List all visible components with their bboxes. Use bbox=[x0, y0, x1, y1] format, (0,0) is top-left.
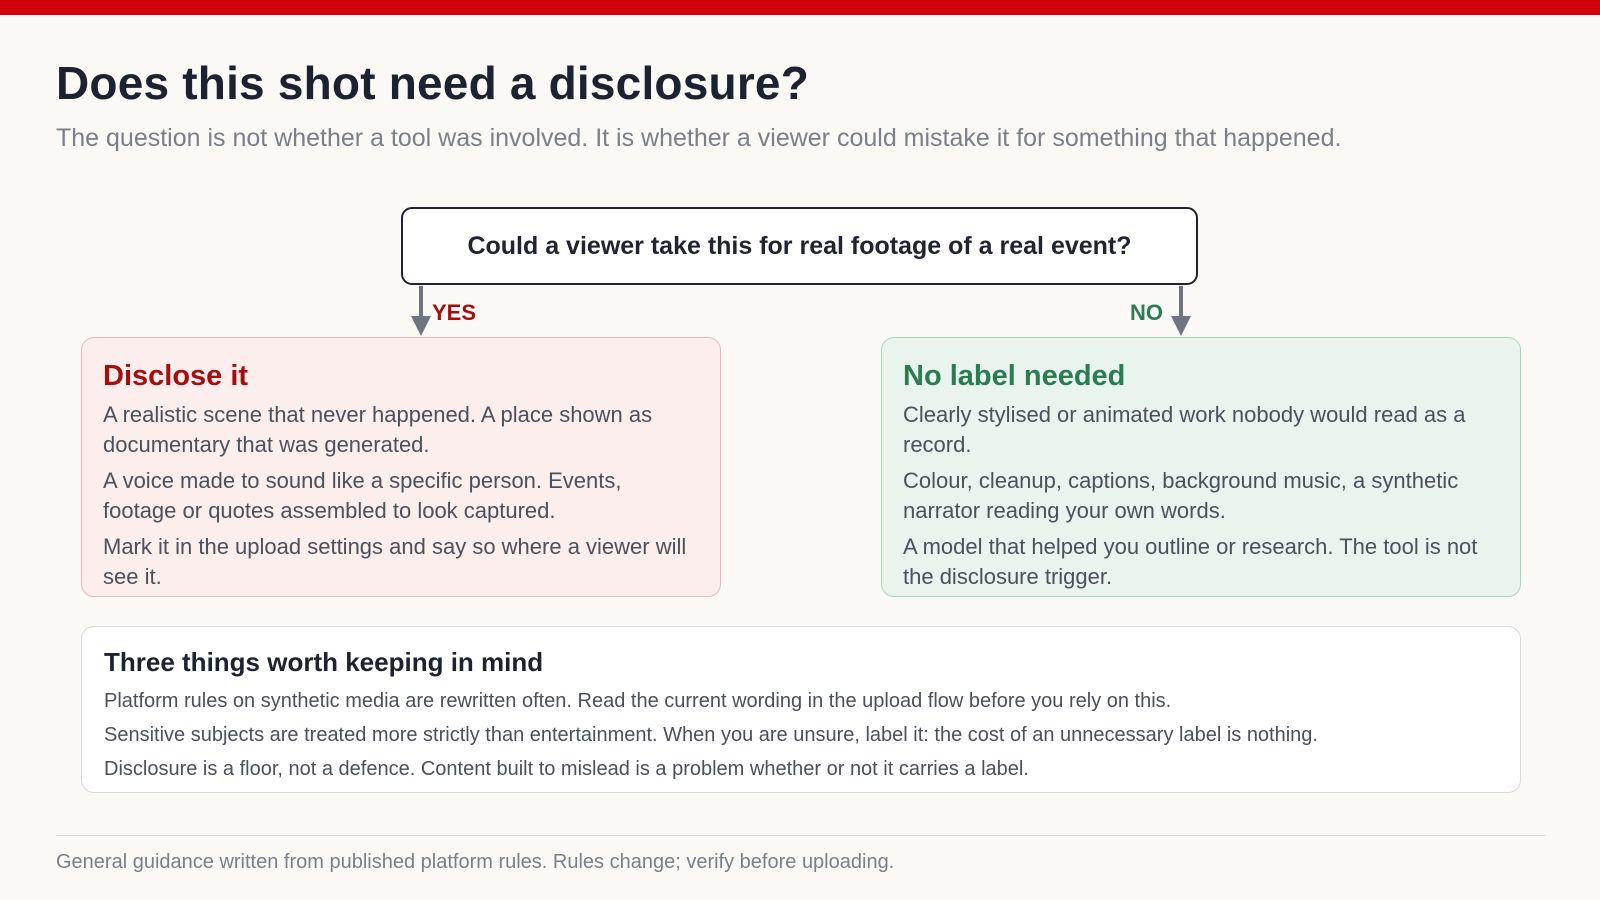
no-label-card: No label needed Clearly stylised or anim… bbox=[881, 337, 1521, 597]
yes-arrow-head-icon bbox=[411, 316, 431, 336]
notes-item: Platform rules on synthetic media are re… bbox=[104, 690, 1172, 712]
no-label-card-line: Clearly stylised or animated work nobody… bbox=[903, 402, 1466, 457]
no-arrow-stem bbox=[1179, 286, 1183, 316]
page-subtitle: The question is not whether a tool was i… bbox=[56, 124, 1342, 152]
page-title: Does this shot need a disclosure? bbox=[56, 57, 809, 109]
no-branch-label: NO bbox=[1130, 300, 1163, 325]
no-label-card-title: No label needed bbox=[903, 360, 1126, 392]
no-label-card-line: Colour, cleanup, captions, background mu… bbox=[903, 468, 1459, 523]
yes-branch-label: YES bbox=[432, 300, 477, 325]
notes-panel: Three things worth keeping in mind Platf… bbox=[81, 626, 1521, 793]
top-accent-bar bbox=[0, 0, 1600, 15]
yes-arrow-stem bbox=[419, 286, 423, 316]
disclose-card: Disclose it A realistic scene that never… bbox=[81, 337, 721, 597]
notes-title: Three things worth keeping in mind bbox=[104, 647, 544, 677]
disclose-card-line: Mark it in the upload settings and say s… bbox=[103, 534, 687, 589]
footer-divider bbox=[56, 835, 1545, 836]
no-label-card-line: A model that helped you outline or resea… bbox=[903, 534, 1478, 589]
no-arrow-head-icon bbox=[1171, 316, 1191, 336]
notes-item: Sensitive subjects are treated more stri… bbox=[104, 724, 1318, 746]
disclose-card-line: A voice made to sound like a specific pe… bbox=[103, 468, 622, 523]
notes-item: Disclosure is a floor, not a defence. Co… bbox=[104, 758, 1029, 780]
footer-note: General guidance written from published … bbox=[56, 851, 895, 873]
decision-question-node: Could a viewer take this for real footag… bbox=[401, 207, 1198, 285]
disclose-card-title: Disclose it bbox=[103, 360, 249, 392]
disclose-card-line: A realistic scene that never happened. A… bbox=[103, 402, 653, 457]
